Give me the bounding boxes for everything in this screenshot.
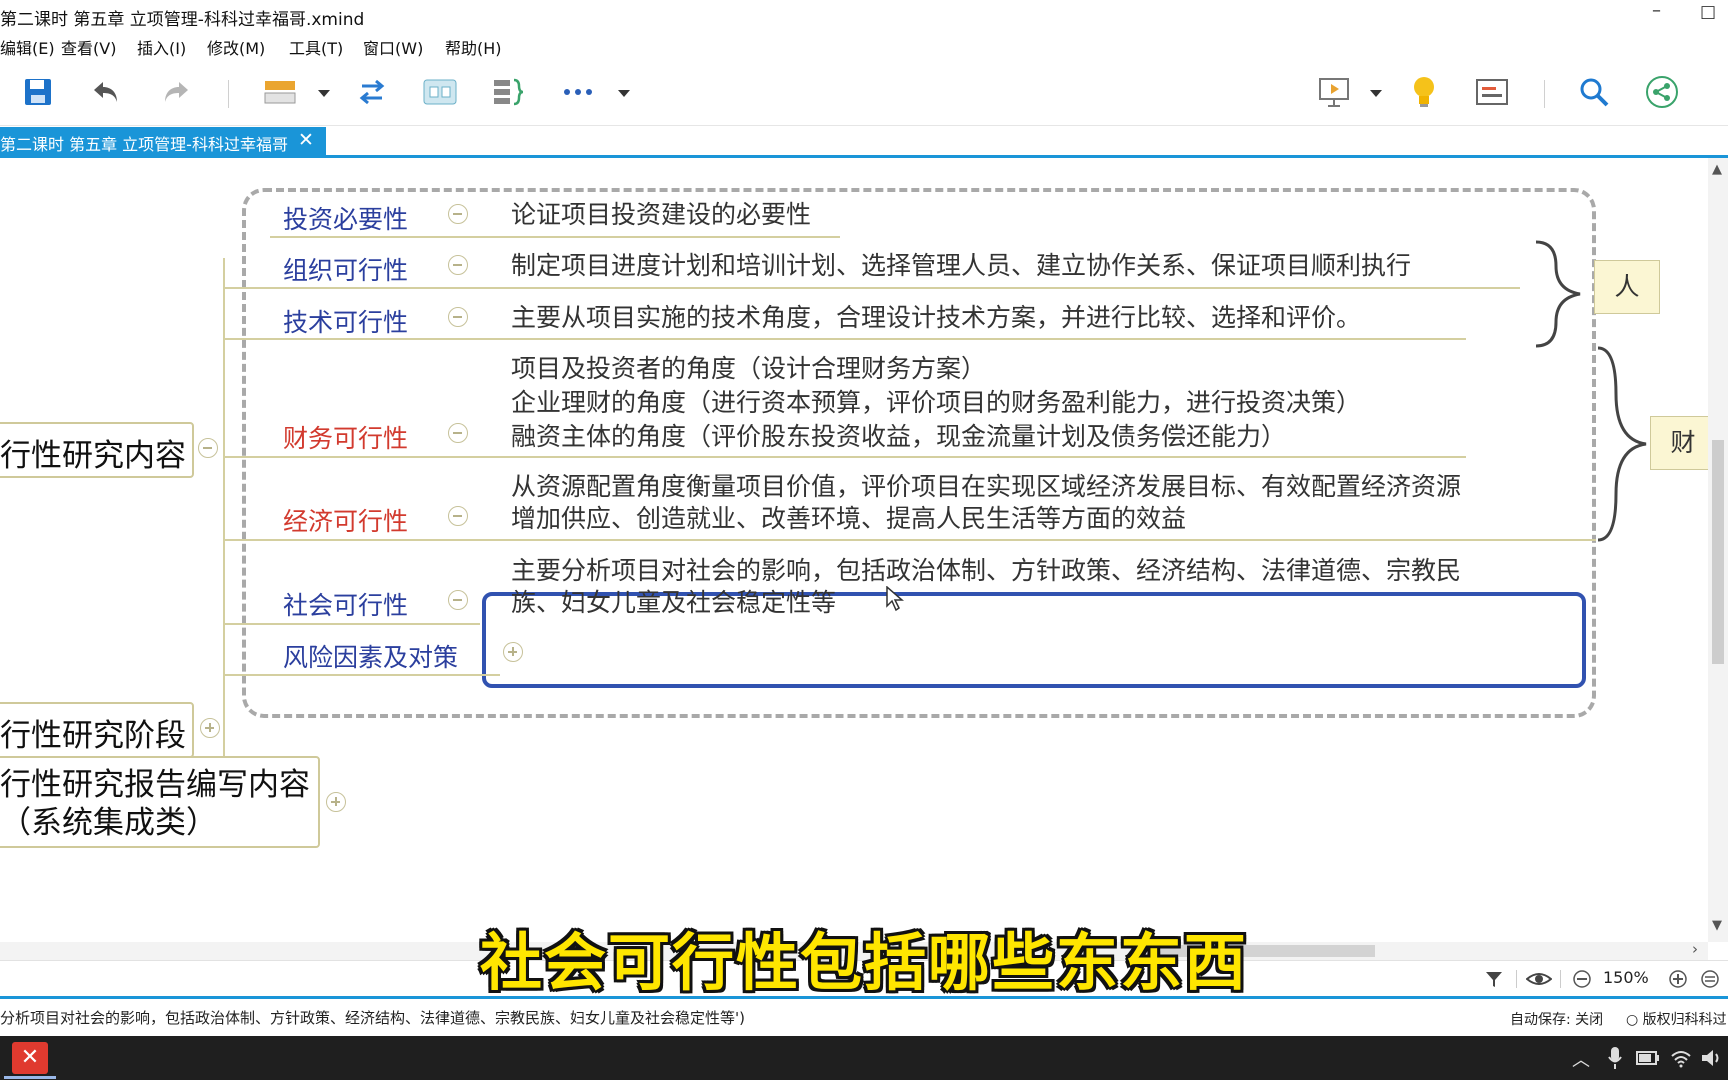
topic-desc[interactable]: 制定项目进度计划和培训计划、选择管理人员、建立协作关系、保证项目顺利执行 (511, 249, 1411, 283)
xmind-app-icon[interactable]: ✕ (12, 1042, 48, 1074)
tab-document[interactable]: 第二课时 第五章 立项管理-科科过幸福哥 ✕ (0, 127, 326, 155)
summary-brace-icon (1597, 346, 1647, 542)
topic-financial-feasibility[interactable]: 财务可行性 (283, 419, 408, 455)
topic-risk-factors[interactable]: 风险因素及对策 (283, 638, 458, 674)
branch-connector (223, 258, 225, 836)
scroll-down-icon[interactable]: ▼ (1712, 918, 1722, 933)
more-icon[interactable] (558, 72, 598, 112)
filter-icon[interactable] (1484, 969, 1504, 989)
zoom-out-icon[interactable] (1572, 969, 1592, 989)
main-topic-label: 行性研究内容 (0, 438, 186, 474)
zoom-in-icon[interactable] (1668, 969, 1688, 989)
structure-dropdown-icon[interactable] (318, 90, 330, 97)
menu-view[interactable]: 查看(V) (61, 35, 116, 59)
microphone-icon[interactable] (1608, 1046, 1622, 1070)
collapse-toggle-icon[interactable] (448, 307, 468, 327)
menu-bar: 编辑(E) 查看(V) 插入(I) 修改(M) 工具(T) 窗口(W) 帮助(H… (0, 33, 1728, 59)
structure-icon[interactable] (260, 72, 300, 112)
maximize-button[interactable]: □ (1700, 2, 1720, 22)
summary-brace-icon (1535, 240, 1581, 348)
share-icon[interactable] (1642, 72, 1682, 112)
expand-toggle-icon[interactable] (503, 642, 523, 662)
collapse-toggle-icon[interactable] (448, 423, 468, 443)
redo-icon[interactable] (156, 72, 196, 112)
tray-chevron-icon[interactable]: ︿ (1572, 1046, 1590, 1072)
toolbar (0, 62, 1728, 126)
autosave-status[interactable]: 自动保存: 关闭 (1510, 1009, 1603, 1029)
main-topic-report-content[interactable]: 行性研究报告编写内容 （系统集成类） (0, 756, 320, 848)
summary-people[interactable]: 人 (1594, 260, 1660, 314)
wifi-icon[interactable] (1670, 1048, 1692, 1068)
status-message: 分析项目对社会的影响，包括政治体制、方针政策、经济结构、法律道德、宗教民族、妇女… (0, 1009, 745, 1027)
main-topic-sublabel: （系统集成类） (0, 805, 217, 841)
video-subtitle: 社会可行性包括哪些东东西 (480, 926, 1249, 999)
zoom-level: 150% (1603, 968, 1649, 987)
topic-desc[interactable]: 主要从项目实施的技术角度，合理设计技术方案，并进行比较、选择和评价。 (511, 301, 1361, 335)
menu-window[interactable]: 窗口(W) (363, 35, 423, 59)
mindmap-canvas[interactable]: 行性研究内容 行性研究阶段 行性研究报告编写内容 （系统集成类） 投资必要性 论… (0, 158, 1708, 942)
mouse-cursor-icon (886, 586, 904, 612)
collapse-toggle-icon[interactable] (448, 506, 468, 526)
topic-investment-necessity[interactable]: 投资必要性 (283, 200, 408, 236)
presentation-icon[interactable] (1314, 72, 1354, 112)
tab-close-button[interactable]: ✕ (298, 129, 314, 151)
tab-label: 第二课时 第五章 立项管理-科科过幸福哥 (0, 135, 288, 154)
topic-desc[interactable]: 族、妇女儿童及社会稳定性等 (511, 586, 836, 620)
topic-social-feasibility[interactable]: 社会可行性 (283, 586, 408, 622)
main-topic-label: 行性研究报告编写内容 (0, 767, 310, 803)
menu-modify[interactable]: 修改(M) (207, 35, 265, 59)
menu-insert[interactable]: 插入(I) (137, 35, 186, 59)
boundary-icon[interactable] (420, 72, 460, 112)
summary-icon[interactable] (488, 72, 528, 112)
summary-finance[interactable]: 财 (1650, 416, 1708, 470)
idea-icon[interactable] (1404, 72, 1444, 112)
menu-tools[interactable]: 工具(T) (289, 35, 343, 59)
topic-economic-feasibility[interactable]: 经济可行性 (283, 502, 408, 538)
vertical-scrollbar[interactable]: ▲ ▼ (1708, 158, 1728, 942)
more-dropdown-icon[interactable] (618, 90, 630, 97)
expand-toggle-icon[interactable] (326, 792, 346, 812)
menu-edit[interactable]: 编辑(E) (0, 35, 55, 59)
undo-icon[interactable] (86, 72, 126, 112)
topic-desc[interactable]: 融资主体的角度（评价股东投资收益，现金流量计划及债务偿还能力） (511, 420, 1286, 454)
expand-toggle-icon[interactable] (200, 718, 220, 738)
window-title: 第二课时 第五章 立项管理-科科过幸福哥.xmind (0, 10, 365, 30)
title-bar: 第二课时 第五章 立项管理-科科过幸福哥.xmind – □ (0, 0, 1728, 32)
collapse-toggle-icon[interactable] (448, 590, 468, 610)
search-icon[interactable] (1574, 72, 1614, 112)
topic-desc[interactable]: 企业理财的角度（进行资本预算，评价项目的财务盈利能力，进行投资决策） (511, 386, 1361, 420)
vertical-scroll-thumb[interactable] (1712, 440, 1724, 664)
battery-icon[interactable] (1636, 1050, 1660, 1066)
presentation-dropdown-icon[interactable] (1370, 90, 1382, 97)
topic-organizational-feasibility[interactable]: 组织可行性 (283, 251, 408, 287)
collapse-toggle-icon[interactable] (198, 438, 218, 458)
tab-strip: 第二课时 第五章 立项管理-科科过幸福哥 ✕ (0, 127, 1728, 158)
main-topic-label: 行性研究阶段 (0, 718, 186, 754)
topic-technical-feasibility[interactable]: 技术可行性 (283, 303, 408, 339)
copyright-text: ○ 版权归科科过 (1626, 1012, 1727, 1028)
relationship-icon[interactable] (352, 72, 392, 112)
notes-icon[interactable] (1472, 72, 1512, 112)
scroll-up-icon[interactable]: ▲ (1712, 162, 1722, 177)
topic-desc[interactable]: 从资源配置角度衡量项目价值，评价项目在实现区域经济发展目标、有效配置经济资源 (511, 470, 1461, 504)
topic-desc[interactable]: 主要分析项目对社会的影响，包括政治体制、方针政策、经济结构、法律道德、宗教民 (511, 554, 1461, 588)
topic-desc[interactable]: 增加供应、创造就业、改善环境、提高人民生活等方面的效益 (511, 502, 1186, 536)
minimize-button[interactable]: – (1652, 0, 1661, 21)
topic-desc[interactable]: 项目及投资者的角度（设计合理财务方案） (511, 352, 986, 386)
main-topic-research-content[interactable]: 行性研究内容 (0, 422, 194, 478)
topic-desc[interactable]: 论证项目投资建设的必要性 (511, 198, 811, 232)
menu-help[interactable]: 帮助(H) (445, 35, 502, 59)
collapse-toggle-icon[interactable] (448, 204, 468, 224)
fit-icon[interactable] (1700, 969, 1720, 989)
save-icon[interactable] (18, 72, 58, 112)
taskbar: ✕ ︿ (0, 1036, 1728, 1080)
volume-icon[interactable] (1700, 1048, 1724, 1068)
scroll-right-icon[interactable]: › (1692, 940, 1698, 958)
collapse-toggle-icon[interactable] (448, 255, 468, 275)
status-bar: 分析项目对社会的影响，包括政治体制、方针政策、经济结构、法律道德、宗教民族、妇女… (0, 996, 1728, 1036)
eye-icon[interactable] (1526, 969, 1552, 989)
main-topic-research-stage[interactable]: 行性研究阶段 (0, 702, 194, 758)
